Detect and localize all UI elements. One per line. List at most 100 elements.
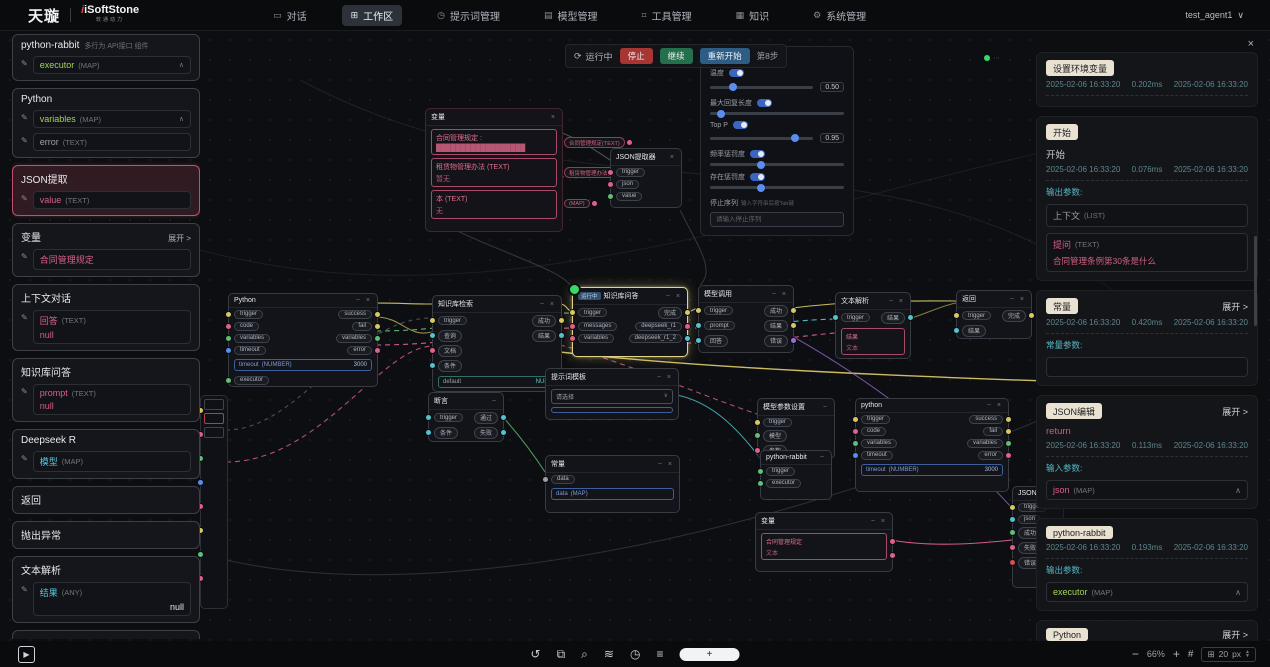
input-port-dot[interactable] — [696, 323, 701, 328]
collapse-sidebar-button[interactable]: ▶ — [18, 646, 35, 663]
input-port-dot[interactable] — [833, 315, 838, 320]
output-port-pill[interactable]: 失败 — [474, 427, 498, 439]
input-port-pill[interactable]: 模型 — [763, 430, 787, 442]
input-port-dot[interactable] — [758, 469, 763, 474]
input-port-pill[interactable]: trigger — [704, 306, 733, 315]
node-input-data[interactable]: data(MAP) — [551, 488, 674, 500]
nav-item-对话[interactable]: ▭对话 — [264, 5, 316, 26]
param-field[interactable]: 提问(TEXT)合同管理条例第30条是什么 — [1046, 233, 1248, 272]
collapse-caret-icon[interactable]: ∧ — [1235, 588, 1241, 597]
field-box[interactable]: prompt(TEXT)null — [33, 384, 191, 415]
expand-link[interactable]: 展开 > — [1222, 300, 1248, 313]
node-title-bar[interactable]: 提示词模板− × — [546, 369, 678, 386]
sidebar-card-断言[interactable]: 断言 — [12, 630, 200, 639]
input-port-pill[interactable]: trigger — [434, 413, 463, 422]
input-port-pill[interactable]: trigger — [766, 467, 795, 476]
input-port-pill[interactable]: 回答 — [704, 335, 728, 347]
input-port-dot[interactable] — [954, 313, 959, 318]
output-pill[interactable]: (MAP) — [564, 199, 590, 208]
node-title-bar[interactable]: 变量× — [426, 109, 562, 126]
input-port-pill[interactable]: 条件 — [438, 360, 462, 372]
frames-icon[interactable]: ⧉ — [557, 648, 566, 660]
node-window-controls[interactable]: − — [820, 454, 826, 461]
port-dot[interactable] — [608, 170, 613, 175]
output-port-dot[interactable] — [791, 323, 796, 328]
param-slider[interactable] — [710, 186, 844, 189]
node-json-extract-top[interactable]: JSON提取器×triggerjsonvalue — [610, 148, 682, 208]
resume-button[interactable]: 继续 — [660, 48, 693, 64]
node-python-1[interactable]: Python− ×triggersuccesscodefailvariables… — [228, 293, 378, 387]
field-box[interactable]: 结果(ANY)null — [33, 582, 191, 616]
edit-icon[interactable]: ✎ — [21, 194, 28, 203]
node-window-controls[interactable]: − × — [772, 291, 788, 298]
input-port-dot[interactable] — [430, 318, 435, 323]
edit-icon[interactable]: ✎ — [21, 313, 28, 322]
param-slider[interactable] — [710, 137, 813, 140]
node-title-bar[interactable]: 常量− × — [546, 456, 679, 473]
input-port-pill[interactable]: trigger — [438, 316, 467, 325]
input-port-pill[interactable]: 结果 — [962, 325, 986, 337]
input-port-dot[interactable] — [226, 312, 231, 317]
output-port-pill[interactable]: deepseek_r1_2 — [629, 334, 682, 343]
input-port-dot[interactable] — [430, 363, 435, 368]
output-port-dot[interactable] — [890, 553, 895, 558]
node-prompt-template[interactable]: 提示词模板− × 请选择∨ — [545, 368, 679, 420]
output-port-pill[interactable]: 成功 — [532, 315, 556, 327]
node-var-dialog[interactable]: 变量×合同管理规定 :██████████████████合同管理规定(TEXT… — [425, 108, 563, 232]
field-box[interactable]: value(TEXT) — [33, 191, 191, 209]
output-port-pill[interactable]: 通过 — [474, 412, 498, 424]
param-field[interactable]: json(MAP)∧ — [1046, 480, 1248, 500]
input-port-pill[interactable]: trigger — [841, 313, 870, 322]
port-dot[interactable] — [1010, 560, 1015, 565]
output-port-dot[interactable] — [1006, 429, 1011, 434]
output-port-pill[interactable]: 结果 — [764, 320, 788, 332]
input-port-pill[interactable]: trigger — [234, 310, 263, 319]
param-field[interactable]: 上下文(LIST) — [1046, 204, 1248, 227]
node-select[interactable]: 请选择∨ — [551, 389, 673, 404]
param-toggle[interactable] — [729, 69, 744, 77]
collapse-caret-icon[interactable]: ∧ — [179, 115, 184, 123]
collapse-caret-icon[interactable]: ∧ — [179, 61, 184, 69]
port-dot[interactable] — [1010, 517, 1015, 522]
node-input-default[interactable]: defaultNULL — [438, 376, 556, 388]
node-window-controls[interactable]: − × — [540, 301, 556, 308]
collapse-caret-icon[interactable]: ∧ — [1235, 486, 1241, 495]
port-dot[interactable] — [608, 194, 613, 199]
edit-icon[interactable]: ✎ — [21, 454, 28, 463]
node-text-parse[interactable]: 文本解析− ×trigger结果结果文本 — [835, 292, 911, 359]
node-const[interactable]: 常量− ×datadata(MAP) — [545, 455, 680, 513]
output-port-dot[interactable] — [685, 324, 690, 329]
node-return[interactable]: 返回− ×trigger完成结果 — [956, 290, 1032, 339]
node-title-bar[interactable]: python-rabbit− — [761, 451, 831, 465]
input-port-dot[interactable] — [696, 308, 701, 313]
node-window-controls[interactable]: − × — [657, 374, 673, 381]
output-port-pill[interactable]: error — [347, 346, 372, 355]
edit-icon[interactable]: ✎ — [21, 136, 28, 145]
param-slider[interactable] — [710, 163, 844, 166]
edit-icon[interactable]: ✎ — [21, 387, 28, 396]
expand-link[interactable]: 展开 > — [168, 233, 191, 244]
output-port-dot[interactable] — [1006, 441, 1011, 446]
input-port-dot[interactable] — [758, 481, 763, 486]
port-pill[interactable]: trigger — [616, 168, 645, 177]
output-port-dot[interactable] — [375, 336, 380, 341]
input-port-dot[interactable] — [853, 417, 858, 422]
sidebar-card-JSON提取[interactable]: JSON提取✎value(TEXT) — [12, 165, 200, 216]
param-toggle[interactable] — [733, 121, 748, 129]
output-port-pill[interactable]: 结果 — [881, 312, 905, 324]
output-port-pill[interactable]: success — [969, 415, 1003, 424]
input-port-pill[interactable]: timeout — [234, 346, 266, 355]
output-port-pill[interactable]: variables — [336, 334, 372, 343]
sidebar-card-返回[interactable]: 返回 — [12, 486, 200, 514]
node-window-controls[interactable]: − — [823, 404, 829, 411]
nav-item-模型管理[interactable]: ▤模型管理 — [535, 5, 607, 26]
node-window-controls[interactable]: − — [492, 398, 498, 405]
fit-view-icon[interactable]: # — [1188, 649, 1194, 660]
close-icon[interactable]: × — [1248, 38, 1254, 50]
expand-link[interactable]: 展开 > — [1222, 628, 1248, 641]
port-dot[interactable] — [608, 182, 613, 187]
edit-icon[interactable]: ✎ — [21, 59, 28, 68]
input-port-pill[interactable]: trigger — [962, 311, 991, 320]
port-dot[interactable] — [1010, 530, 1015, 535]
input-port-dot[interactable] — [853, 429, 858, 434]
